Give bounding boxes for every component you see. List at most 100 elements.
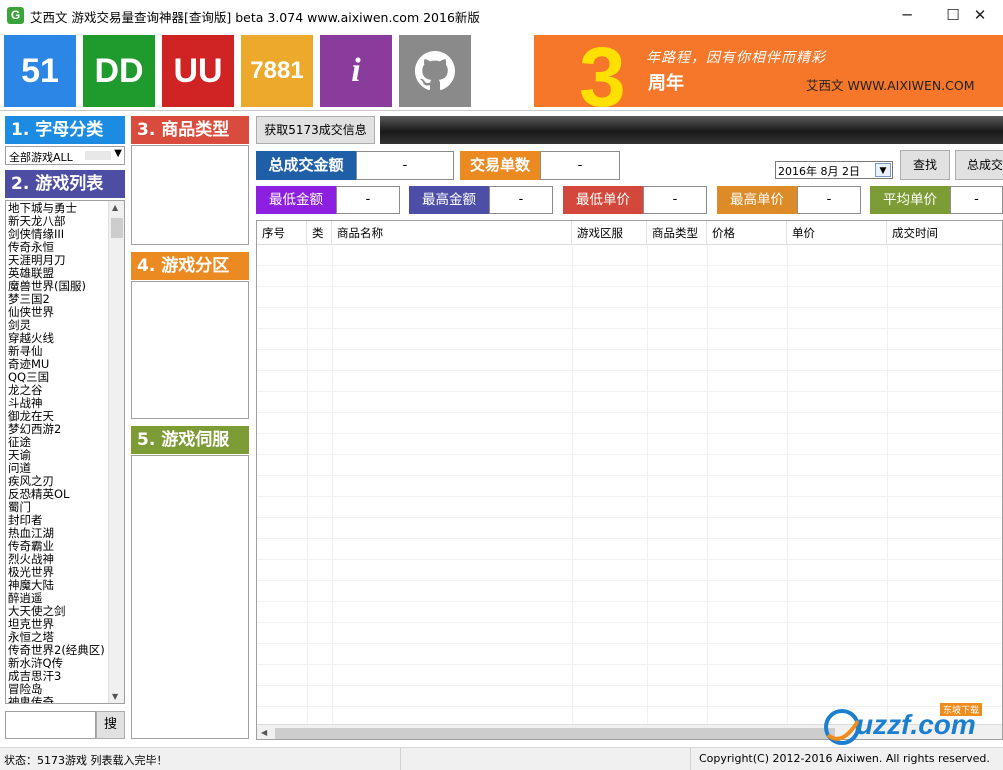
avg-price-label: 平均单价 (870, 186, 950, 214)
selection-highlight (85, 151, 111, 160)
window-title: 艾西文 游戏交易量查询神器[查询版] beta 3.074 www.aixiwe… (30, 10, 480, 25)
col-header-time[interactable]: 成交时间 (887, 221, 1002, 245)
watermark-logo: uzzf.com 东坡下载 (822, 703, 1000, 749)
letter-category-select[interactable]: 全部游戏ALL ▼ (5, 146, 125, 165)
row-divider (257, 370, 1002, 371)
transactions-table[interactable]: 序号 类 商品名称 游戏区服 商品类型 价格 单价 成交时间 ◀ (256, 220, 1003, 740)
game-zone-list[interactable] (131, 281, 249, 419)
row-divider (257, 475, 1002, 476)
order-count-value: - (540, 151, 620, 180)
anniversary-banner[interactable]: 3 年路程，因有你相伴而精彩 周年 艾西文 WWW.AIXIWEN.COM (534, 35, 1003, 107)
scroll-up-icon[interactable]: ▲ (112, 203, 118, 212)
status-divider (690, 748, 691, 770)
copyright-text: Copyright(C) 2012-2016 Aixiwen. All righ… (699, 752, 990, 765)
row-divider (257, 454, 1002, 455)
goods-type-list[interactable] (131, 145, 249, 245)
status-bar: 状态：5173游戏 列表载入完毕！ Copyright(C) 2012-2016… (0, 747, 1003, 770)
scroll-thumb[interactable] (111, 218, 123, 238)
github-button[interactable] (399, 35, 471, 107)
row-divider (257, 643, 1002, 644)
max-amount-value: - (489, 186, 553, 214)
logo-dd-button[interactable]: DD (83, 35, 155, 107)
row-divider (257, 265, 1002, 266)
col-header-kind[interactable]: 类 (307, 221, 332, 245)
total-button[interactable]: 总成交 (955, 150, 1003, 180)
col-header-index[interactable]: 序号 (257, 221, 307, 245)
row-divider (257, 685, 1002, 686)
col-header-unit-price[interactable]: 单价 (787, 221, 887, 245)
row-divider (257, 580, 1002, 581)
row-divider (257, 286, 1002, 287)
col-header-server[interactable]: 游戏区服 (572, 221, 647, 245)
game-list-header: 2. 游戏列表 (5, 170, 125, 198)
col-header-price[interactable]: 价格 (707, 221, 787, 245)
min-price-label: 最低单价 (563, 186, 643, 214)
column-divider (707, 245, 708, 725)
banner-anniversary: 周年 (648, 73, 684, 94)
search-button[interactable]: 搜 (96, 711, 125, 739)
row-divider (257, 664, 1002, 665)
total-amount-label: 总成交金额 (256, 151, 356, 180)
watermark-subtitle: 东坡下载 (940, 703, 983, 716)
row-divider (257, 622, 1002, 623)
fetch-5173-button[interactable]: 获取5173成交信息 (256, 116, 375, 144)
min-amount-label: 最低金额 (256, 186, 336, 214)
search-input[interactable] (5, 711, 96, 739)
date-picker[interactable]: 2016年 8月 2日 ▼ (775, 161, 893, 179)
order-count-label: 交易单数 (460, 151, 540, 180)
game-zone-header: 4. 游戏分区 (131, 252, 249, 280)
game-list-scrollbar[interactable]: ▲ ▼ (108, 201, 124, 703)
row-divider (257, 307, 1002, 308)
min-amount-value: - (336, 186, 400, 214)
column-divider (572, 245, 573, 725)
game-server-list[interactable] (131, 455, 249, 739)
column-divider (647, 245, 648, 725)
row-divider (257, 496, 1002, 497)
game-server-header: 5. 游戏伺服 (131, 426, 249, 454)
max-price-label: 最高单价 (717, 186, 797, 214)
app-icon: G (7, 7, 24, 24)
chevron-down-icon[interactable]: ▼ (875, 163, 891, 177)
row-divider (257, 412, 1002, 413)
find-button[interactable]: 查找 (900, 150, 950, 180)
progress-bar (380, 116, 1003, 144)
divider (0, 110, 1003, 111)
scroll-thumb[interactable] (275, 728, 835, 739)
total-amount-value: - (356, 151, 454, 180)
letter-select-value: 全部游戏ALL (9, 151, 73, 164)
row-divider (257, 538, 1002, 539)
minimize-button[interactable]: ─ (884, 0, 930, 31)
status-text: 状态：5173游戏 列表载入完毕！ (4, 754, 168, 767)
col-header-type[interactable]: 商品类型 (647, 221, 707, 245)
game-list[interactable]: 地下城与勇士 新天龙八部 剑侠情缘III 传奇永恒 天涯明月刀 英雄联盟 魔兽世界(国服) 梦… (5, 200, 125, 704)
column-divider (887, 245, 888, 725)
avg-price-value: - (950, 186, 1003, 214)
row-divider (257, 328, 1002, 329)
col-header-name[interactable]: 商品名称 (332, 221, 572, 245)
table-header: 序号 类 商品名称 游戏区服 商品类型 价格 单价 成交时间 (257, 221, 1002, 245)
max-amount-label: 最高金额 (409, 186, 489, 214)
goods-type-header: 3. 商品类型 (131, 116, 249, 144)
title-bar: G 艾西文 游戏交易量查询神器[查询版] beta 3.074 www.aixi… (0, 0, 1003, 31)
close-button[interactable]: ✕ (957, 0, 1003, 31)
row-divider (257, 433, 1002, 434)
logo-uu-button[interactable]: UU (162, 35, 234, 107)
banner-slogan: 年路程，因有你相伴而精彩 (646, 50, 826, 66)
scroll-down-icon[interactable]: ▼ (112, 692, 118, 701)
game-items: 地下城与勇士 新天龙八部 剑侠情缘III 传奇永恒 天涯明月刀 英雄联盟 魔兽世界(国服) 梦… (6, 202, 124, 704)
logo-i-button[interactable]: i (320, 35, 392, 107)
row-divider (257, 601, 1002, 602)
letter-category-header: 1. 字母分类 (5, 116, 125, 144)
row-divider (257, 517, 1002, 518)
logo-51-button[interactable]: 51 (4, 35, 76, 107)
logo-7881-button[interactable]: 7881 (241, 35, 313, 107)
game-list-item[interactable]: 神鬼传奇 (6, 696, 124, 704)
column-divider (307, 245, 308, 725)
row-divider (257, 349, 1002, 350)
max-price-value: - (797, 186, 861, 214)
github-icon (415, 51, 455, 91)
scroll-left-icon[interactable]: ◀ (261, 728, 267, 737)
date-value: 2016年 8月 2日 (778, 165, 860, 178)
min-price-value: - (643, 186, 707, 214)
status-divider (400, 748, 401, 770)
